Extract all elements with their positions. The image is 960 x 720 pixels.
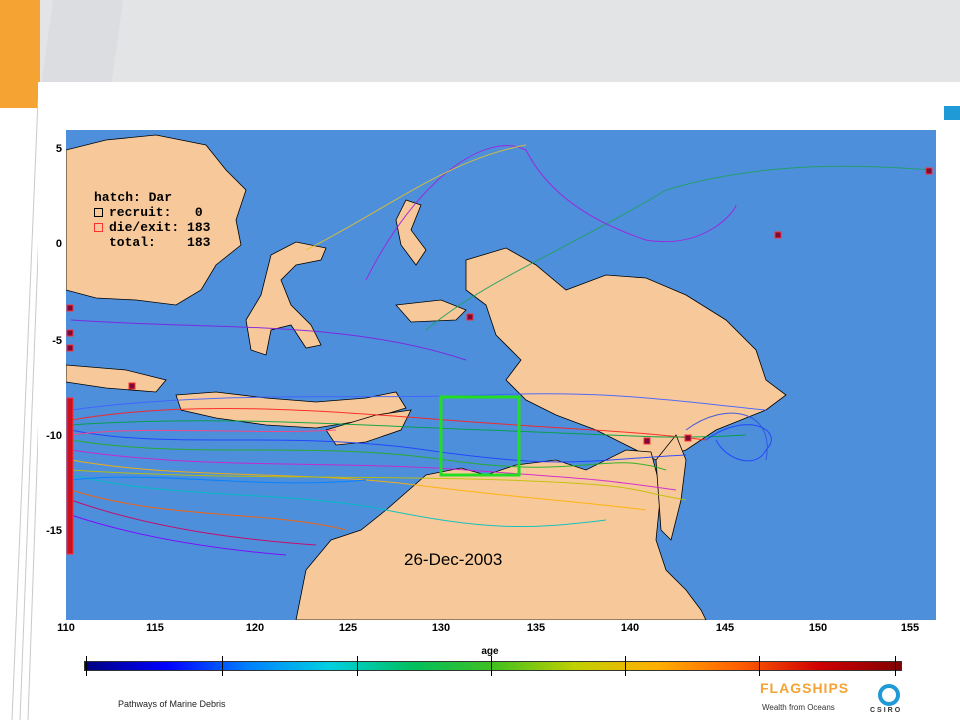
colorbar-tick (759, 656, 760, 676)
exit-marker-icon (94, 223, 103, 232)
seram-landmass (395, 299, 467, 323)
x-tick-label: 115 (146, 622, 164, 634)
slide-footer-title: Pathways of Marine Debris (118, 699, 226, 709)
x-tick-label: 110 (57, 622, 75, 634)
x-tick-label: 150 (808, 622, 828, 634)
colorbar-tick (222, 656, 223, 676)
legend: hatch: Dar recruit: 0 die/exit: 183 tota… (94, 190, 210, 250)
legend-total: total: 183 (94, 235, 210, 250)
drift-map: hatch: Dar recruit: 0 die/exit: 183 tota… (66, 130, 936, 620)
legend-total-label: total: 183 (109, 235, 211, 250)
colorbar-tick (357, 656, 358, 676)
x-tick-label: 125 (338, 622, 358, 634)
x-tick-label: 140 (620, 622, 640, 634)
colorbar-tick (491, 656, 492, 676)
legend-hatch: hatch: Dar (94, 190, 173, 205)
x-tick-label: 135 (526, 622, 546, 634)
y-tick-label: -15 (46, 525, 62, 537)
new-guinea-landmass (465, 247, 787, 461)
legend-recruit-label: recruit: 0 (109, 205, 203, 220)
colorbar-title: age (481, 646, 499, 657)
x-tick-label: 145 (715, 622, 735, 634)
colorbar-tick (86, 656, 87, 676)
csiro-logo-icon (878, 684, 900, 706)
legend-die-exit-label: die/exit: 183 (109, 220, 211, 235)
x-tick-label: 130 (431, 622, 451, 634)
brand-tab (0, 0, 40, 108)
header-band (0, 0, 960, 82)
legend-recruit: recruit: 0 (94, 205, 210, 220)
age-colorbar (84, 661, 902, 671)
flagships-logo: FLAGSHIPS (760, 680, 850, 696)
recruit-marker-icon (94, 208, 103, 217)
java-landmass (66, 364, 167, 393)
release-zone-box (439, 395, 521, 477)
colorbar-tick (625, 656, 626, 676)
legend-die-exit: die/exit: 183 (94, 220, 210, 235)
accent-marker (944, 106, 960, 120)
flagships-tagline: Wealth from Oceans (762, 703, 835, 712)
sulawesi-landmass (245, 241, 327, 356)
colorbar-tick (895, 656, 896, 676)
y-tick-label: 5 (55, 143, 62, 155)
csiro-logo-text: CSIRO (870, 707, 903, 714)
map-date: 26-Dec-2003 (404, 550, 503, 569)
x-tick-label: 155 (900, 622, 920, 634)
y-tick-label: 0 (55, 238, 62, 250)
x-tick-label: 120 (245, 622, 265, 634)
y-tick-label: -5 (52, 335, 62, 347)
y-tick-label: -10 (46, 430, 62, 442)
halmahera-landmass (395, 199, 427, 266)
